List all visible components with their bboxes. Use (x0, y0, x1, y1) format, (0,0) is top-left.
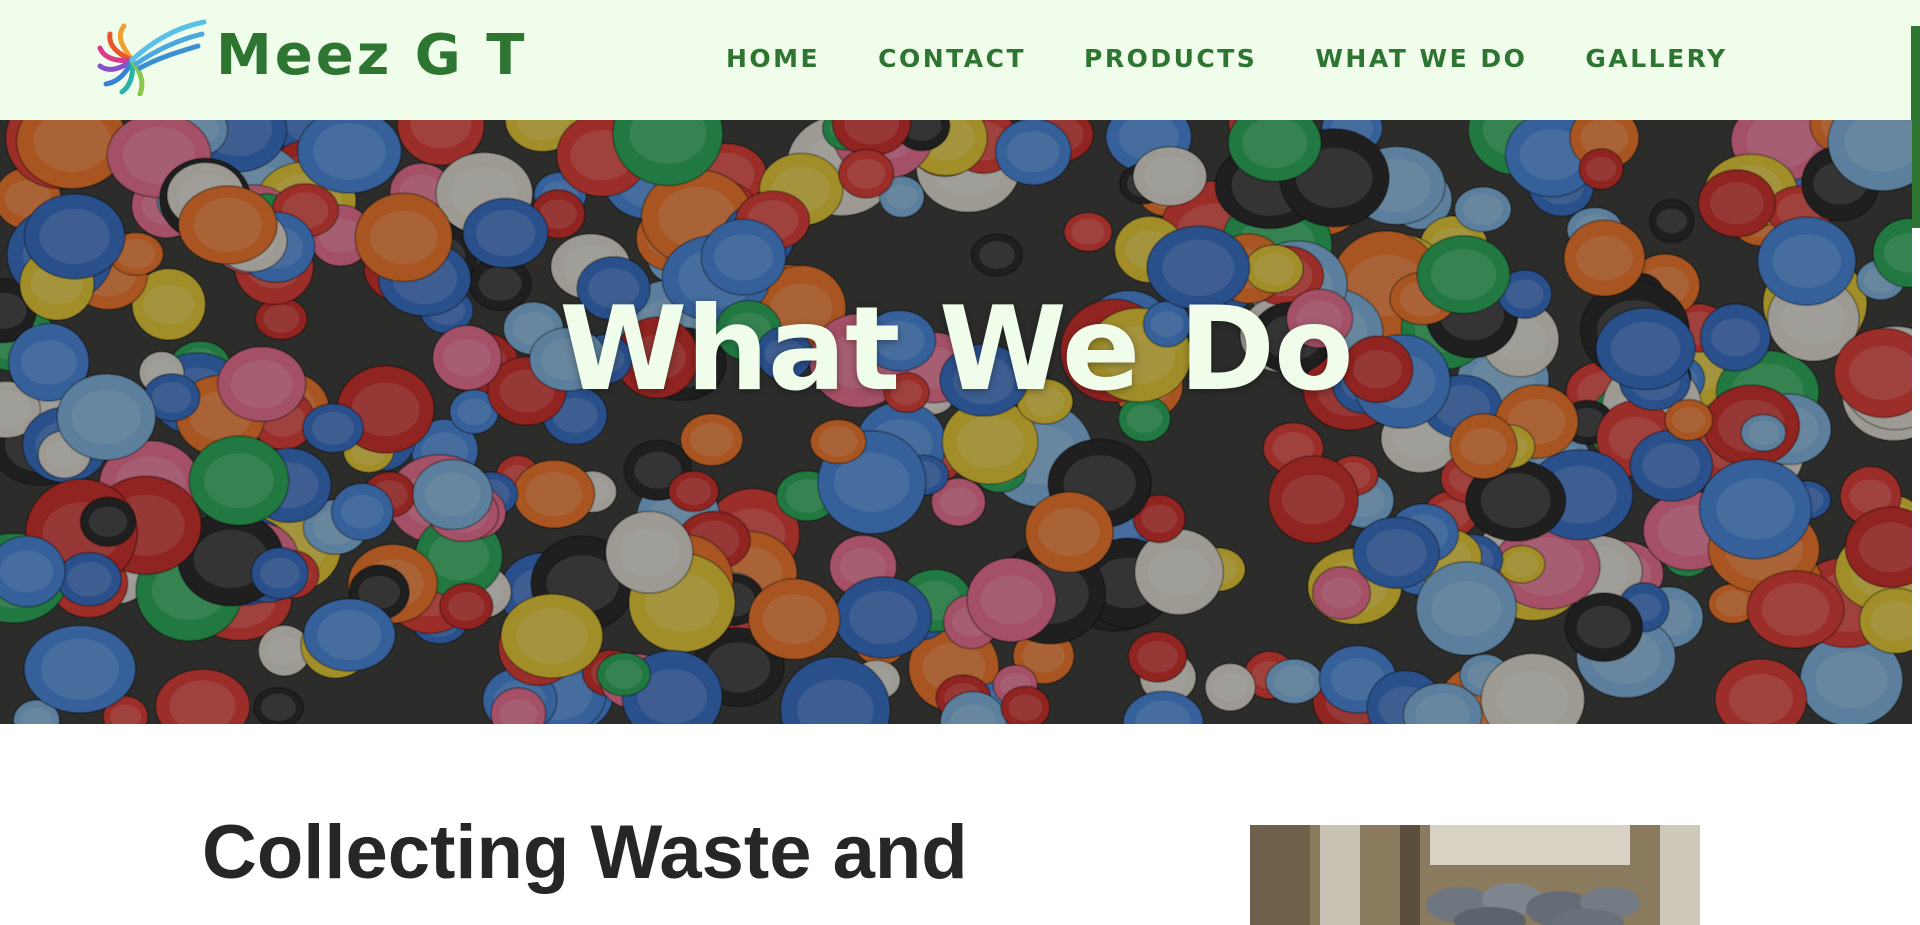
nav-what-we-do[interactable]: WHAT WE DO (1315, 44, 1527, 73)
hero-overlay (0, 120, 1912, 724)
brand[interactable]: Meez G T (92, 16, 527, 96)
nav-products[interactable]: PRODUCTS (1084, 44, 1257, 73)
section-heading: Collecting Waste and (202, 810, 968, 895)
waste-sacks-photo (1250, 825, 1700, 925)
brand-name: Meez G T (216, 23, 528, 88)
main-nav: HOME CONTACT PRODUCTS WHAT WE DO GALLERY (726, 0, 1728, 116)
nav-home[interactable]: HOME (726, 44, 820, 73)
swirl-bird-logo-icon (97, 19, 207, 96)
nav-gallery[interactable]: GALLERY (1585, 44, 1727, 73)
hero-title: What We Do (559, 282, 1354, 417)
nav-contact[interactable]: CONTACT (878, 44, 1026, 73)
hero-banner: What We Do (0, 120, 1912, 724)
scrollbar-thumb[interactable] (1911, 26, 1920, 228)
site-header: Meez G T HOME CONTACT PRODUCTS WHAT WE D… (0, 0, 1920, 120)
